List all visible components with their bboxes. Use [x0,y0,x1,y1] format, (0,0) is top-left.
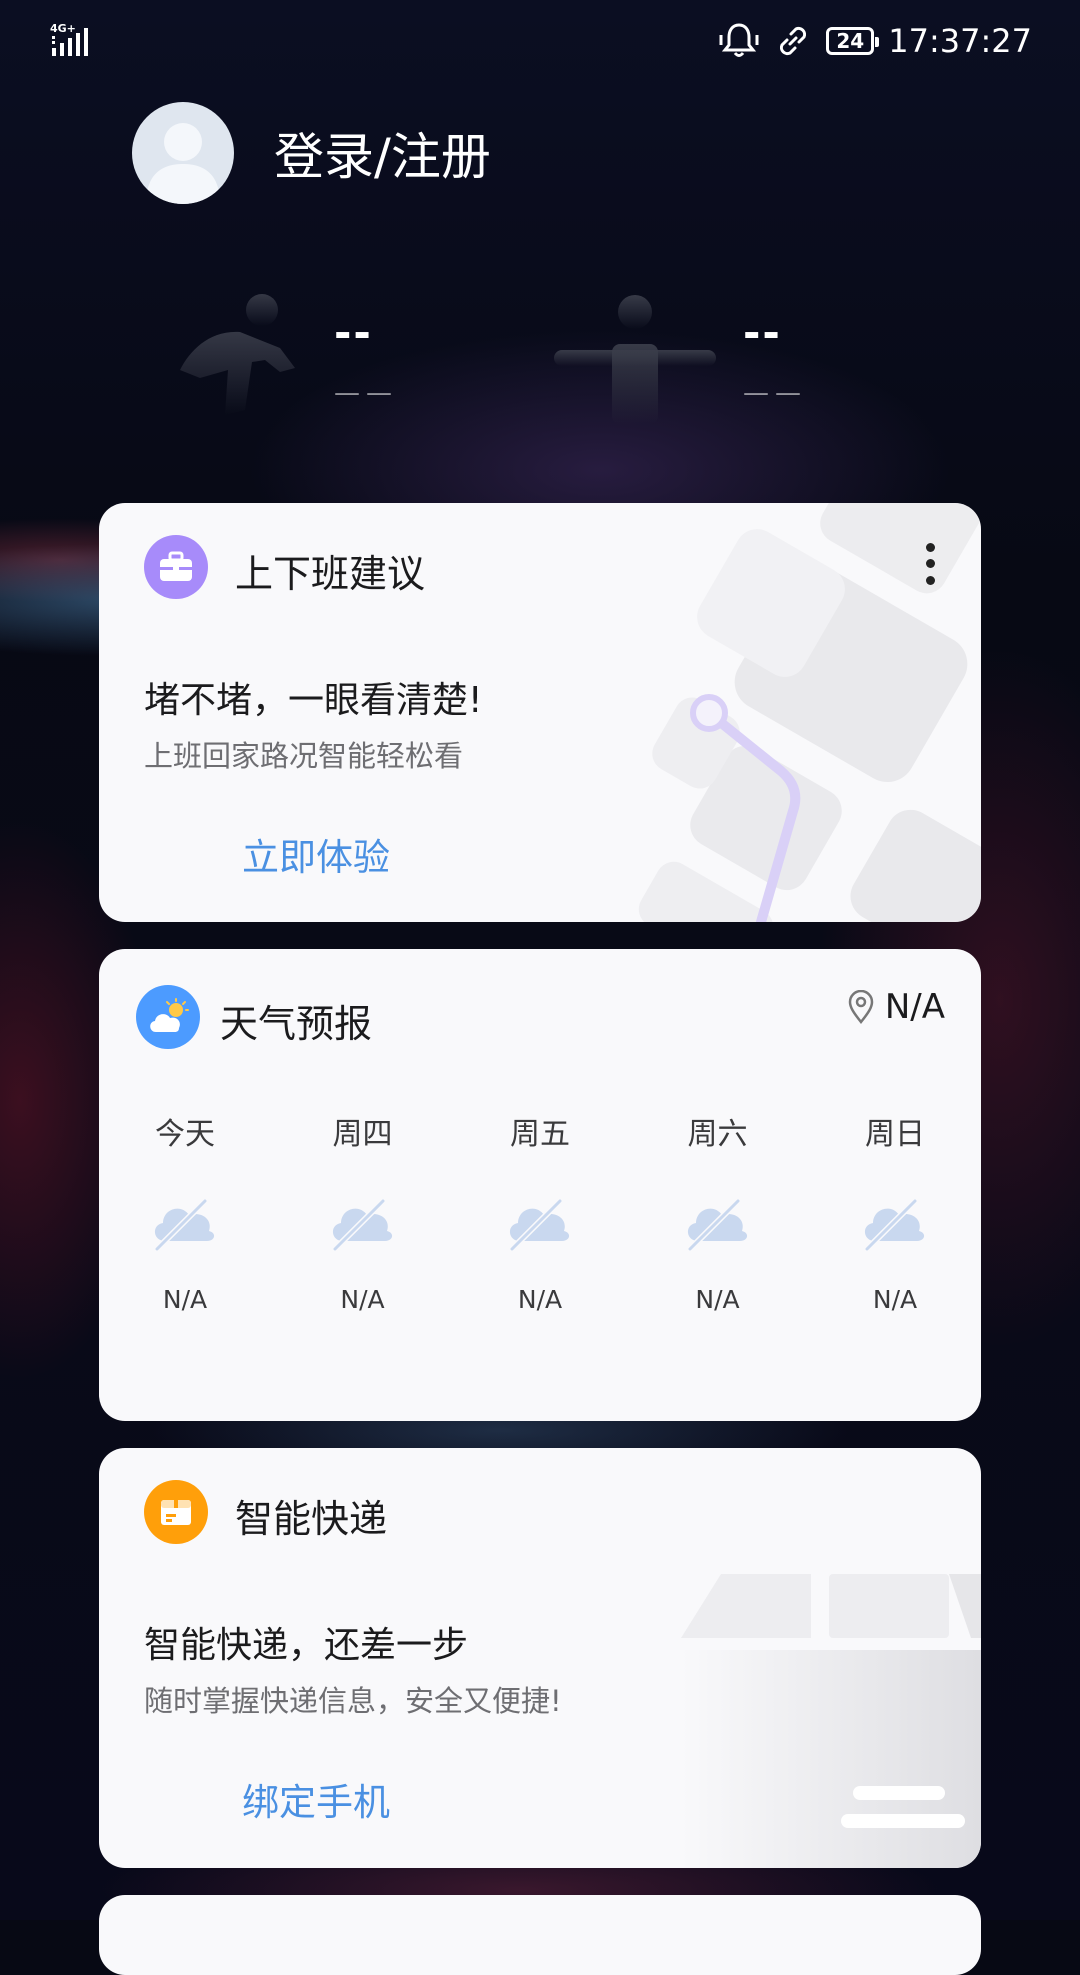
day-name: 周六 [687,1117,748,1152]
day-temperature: N/A [340,1285,385,1314]
day-temperature: N/A [517,1285,563,1314]
status-bar: 4G+ 24 17:37:27 [0,0,1080,82]
day-name: 今天 [155,1117,215,1152]
partly-cloudy-icon [136,985,200,1049]
express-subtitle: 随时掌握快递信息，安全又便捷! [144,1684,562,1718]
location-pin-icon [848,990,874,1024]
next-card-peek[interactable] [99,1895,981,1975]
day-temperature: N/A [872,1285,918,1314]
vibrate-bell-icon [718,21,760,61]
signal-icon: 4G+ [48,22,92,58]
link-icon [774,22,812,60]
running-person-icon [170,290,310,424]
briefcase-icon [144,535,208,599]
steps-value: -- [334,308,373,357]
more-options-button[interactable] [915,539,945,589]
no-weather-data-icon [154,1198,215,1251]
weather-card-title: 天气预报 [220,1002,373,1046]
weather-day: 周日 N/A [847,1109,943,1314]
commute-card-title: 上下班建议 [235,552,426,596]
more-dot [925,542,935,552]
weather-day: 周五 N/A [492,1109,588,1314]
commute-headline: 堵不堵，一眼看清楚! [144,680,483,721]
day-temperature: N/A [162,1285,208,1314]
standing-unit: —— [743,378,807,408]
weather-location[interactable]: N/A [847,987,945,1027]
weather-location-label: N/A [884,987,945,1027]
day-temperature: N/A [695,1285,740,1314]
weather-day: 周六 N/A [670,1109,766,1314]
smart-express-card[interactable]: 智能快递 智能快递，还差一步 随时掌握快递信息，安全又便捷! 绑定手机 [99,1448,981,1868]
day-name: 周五 [510,1117,570,1152]
no-weather-data-icon [687,1198,747,1251]
no-weather-data-icon [509,1198,570,1251]
package-box-icon [144,1480,208,1544]
login-register-label[interactable]: 登录/注册 [274,117,491,189]
steps-unit: —— [334,378,398,408]
express-headline: 智能快递，还差一步 [144,1625,469,1666]
day-name: 周四 [332,1117,393,1152]
weather-days: 今天 N/A 周四 N/A 周五 N/A 周六 N/A 周日 N/A [99,1109,981,1314]
no-weather-data-icon [332,1198,392,1251]
default-avatar-icon [146,123,220,204]
commute-suggestion-card[interactable]: 上下班建议 堵不堵，一眼看清楚! 上班回家路况智能轻松看 立即体验 [99,503,981,922]
weather-day: 周四 N/A [315,1109,411,1314]
network-type-label: 4G+ [50,22,76,35]
try-now-button[interactable]: 立即体验 [242,827,390,881]
express-locker-illustration [681,1574,981,1868]
activity-stats: -- —— -- —— [0,280,1080,424]
login-register-entry[interactable]: 登录/注册 [132,102,491,204]
standing-value: -- [743,308,782,357]
more-dot [925,576,935,586]
commute-subtitle: 上班回家路况智能轻松看 [144,739,464,773]
day-name: 周日 [865,1117,925,1152]
weather-day: 今天 N/A [137,1109,233,1314]
express-card-title: 智能快递 [235,1497,388,1541]
battery-indicator: 24 [826,27,880,55]
status-time: 17:37:27 [888,22,1032,60]
no-weather-data-icon [864,1198,925,1251]
more-dot [925,559,935,569]
standing-person-icon [550,294,720,428]
bind-phone-button[interactable]: 绑定手机 [242,1772,390,1826]
avatar[interactable] [132,102,234,204]
weather-forecast-card[interactable]: 天气预报 N/A 今天 N/A 周四 N/A 周五 N/A 周六 N/A 周日 … [99,949,981,1421]
